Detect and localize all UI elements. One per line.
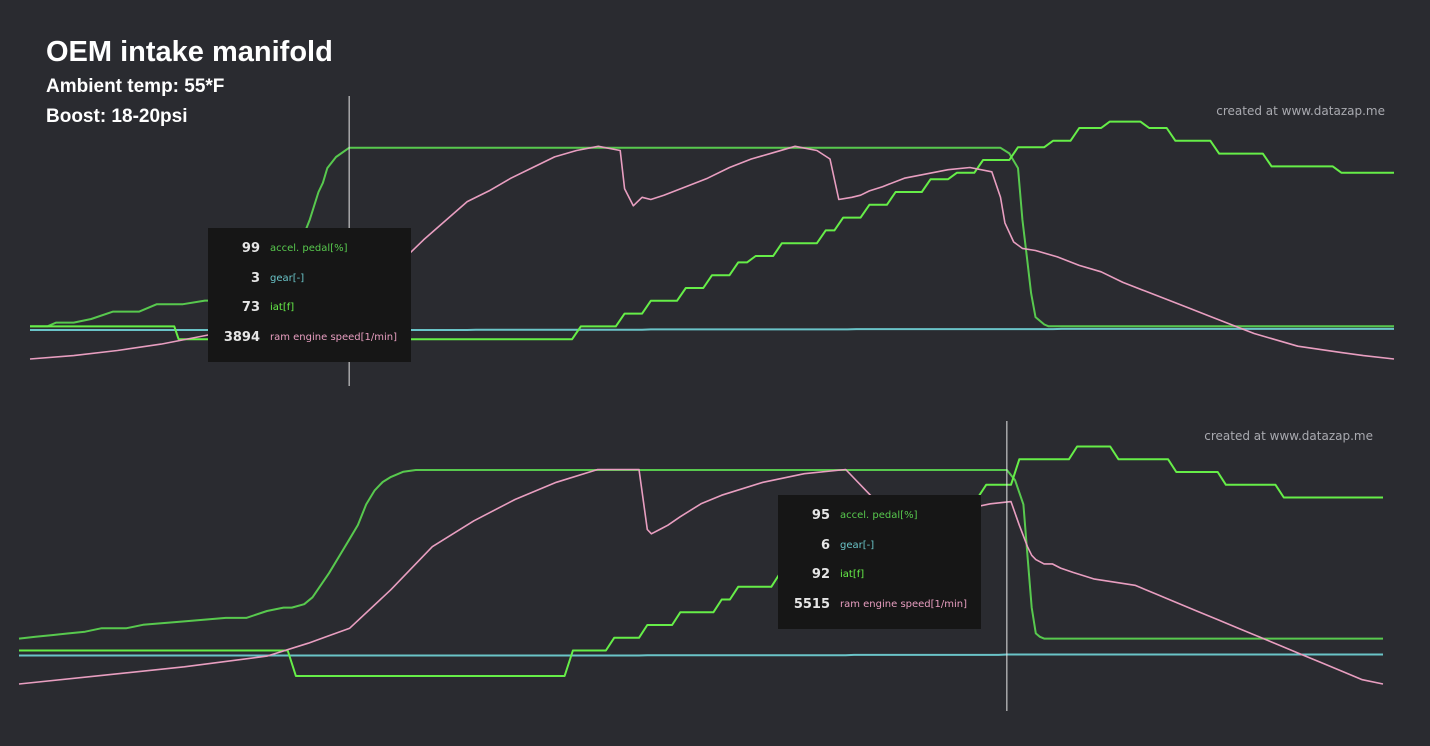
tooltip-row: 99 accel. pedal[%] <box>208 234 411 264</box>
tooltip-bottom: 95 accel. pedal[%] 6 gear[-] 92 iat[f] 5515… <box>778 495 981 629</box>
series-line-gear[interactable] <box>19 653 1383 657</box>
tooltip-label: iat[f] <box>840 569 865 581</box>
tooltip-row: 6 gear[-] <box>778 531 981 561</box>
tooltip-value: 3 <box>250 270 260 286</box>
tooltip-value: 3894 <box>223 329 260 345</box>
tooltip-top: 99 accel. pedal[%] 3 gear[-] 73 iat[f] 3894… <box>208 228 411 362</box>
credit-text-top[interactable]: created at www.datazap.me <box>1216 104 1385 118</box>
tooltip-row: 73 iat[f] <box>208 293 411 323</box>
series-line-rpm[interactable] <box>18 468 1384 685</box>
series-line-accel[interactable] <box>18 469 1383 640</box>
tooltip-row: 3 gear[-] <box>208 264 411 294</box>
tooltip-value: 99 <box>241 241 260 257</box>
tooltip-label: gear[-] <box>270 272 305 284</box>
tooltip-label: accel. pedal[%] <box>270 243 348 255</box>
tooltip-value: 6 <box>820 537 830 553</box>
tooltip-value: 92 <box>811 567 830 583</box>
series-line-iat[interactable] <box>19 445 1383 677</box>
tooltip-label: iat[f] <box>270 302 295 314</box>
chart-panel-bottom[interactable] <box>18 421 1384 711</box>
tooltip-row: 3894 ram engine speed[1/min] <box>208 323 411 353</box>
tooltip-value: 5515 <box>793 596 830 612</box>
tooltip-label: accel. pedal[%] <box>840 510 918 522</box>
chart-canvas[interactable]: created at www.datazap.me created at www… <box>0 0 1430 746</box>
tooltip-label: gear[-] <box>840 539 875 551</box>
tooltip-row: 92 iat[f] <box>778 560 981 590</box>
tooltip-label: ram engine speed[1/min] <box>270 331 398 343</box>
credit-text-bottom[interactable]: created at www.datazap.me <box>1204 429 1373 443</box>
tooltip-row: 95 accel. pedal[%] <box>778 501 981 531</box>
tooltip-value: 95 <box>811 508 830 524</box>
tooltip-row: 5515 ram engine speed[1/min] <box>778 590 981 620</box>
tooltip-label: ram engine speed[1/min] <box>840 598 968 610</box>
tooltip-value: 73 <box>241 300 260 316</box>
